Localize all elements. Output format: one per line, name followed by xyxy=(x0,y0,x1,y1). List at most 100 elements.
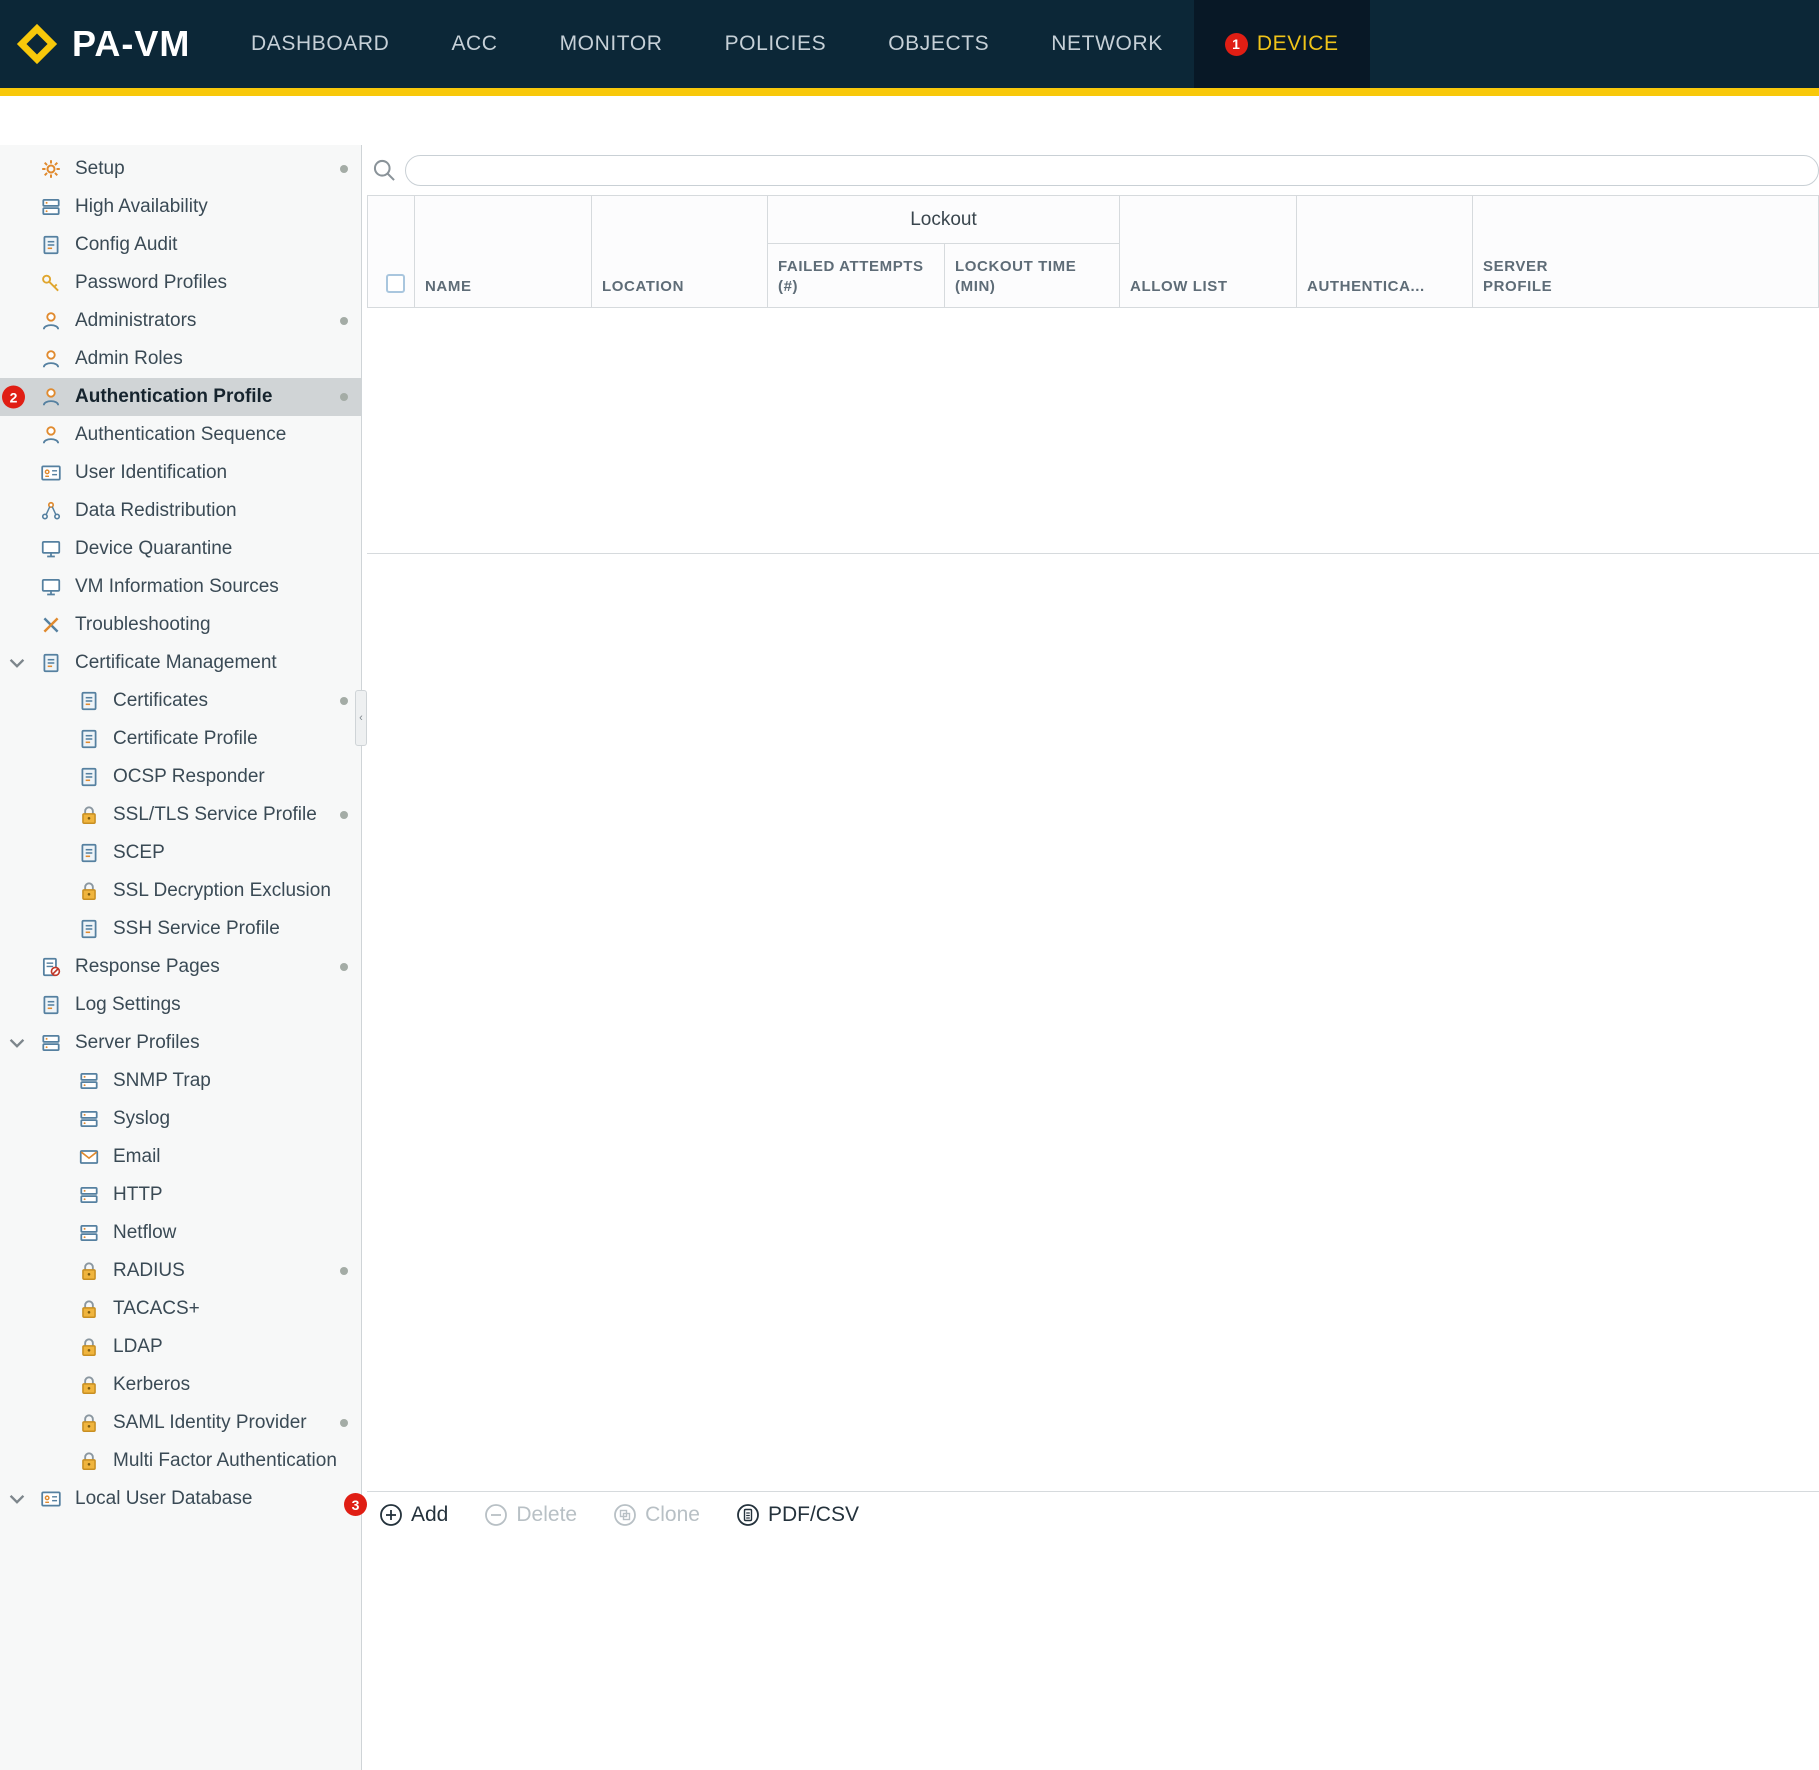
sidebar-item-local-user-database[interactable]: Local User Database xyxy=(0,1480,361,1518)
sidebar-item-syslog[interactable]: Syslog xyxy=(0,1100,361,1138)
sidebar-item-certificates[interactable]: Certificates xyxy=(0,682,361,720)
lock-icon xyxy=(78,1412,102,1434)
monitor-icon xyxy=(40,538,64,560)
chevron-down-icon[interactable] xyxy=(9,1494,25,1504)
card-icon xyxy=(40,462,64,484)
chevron-down-icon[interactable] xyxy=(9,1038,25,1048)
sidebar-item-ocsp-responder[interactable]: OCSP Responder xyxy=(0,758,361,796)
content-void xyxy=(367,554,1819,1491)
sidebar-item-multi-factor-authentication[interactable]: Multi Factor Authentication xyxy=(0,1442,361,1480)
nav-tab-network[interactable]: NETWORK xyxy=(1020,0,1194,88)
sidebar-item-saml-identity-provider[interactable]: SAML Identity Provider xyxy=(0,1404,361,1442)
sidebar-item-data-redistribution[interactable]: Data Redistribution xyxy=(0,492,361,530)
sidebar-item-server-profiles[interactable]: Server Profiles xyxy=(0,1024,361,1062)
search-bar xyxy=(367,145,1819,195)
card-icon xyxy=(40,1488,64,1510)
sidebar-item-scep[interactable]: SCEP xyxy=(0,834,361,872)
pdf-csv-button[interactable]: PDF/CSV xyxy=(736,1503,859,1527)
table-empty-body xyxy=(367,308,1819,554)
sidebar-item-authentication-sequence[interactable]: Authentication Sequence xyxy=(0,416,361,454)
search-input[interactable] xyxy=(405,155,1819,186)
column-header-name[interactable]: NAME xyxy=(415,196,592,308)
monitor-icon xyxy=(40,576,64,598)
nav-tab-policies[interactable]: POLICIES xyxy=(694,0,858,88)
column-header-lockout-time[interactable]: LOCKOUT TIME (MIN) xyxy=(945,244,1120,308)
nav-tab-acc[interactable]: ACC xyxy=(420,0,528,88)
column-header-authentication[interactable]: AUTHENTICA... xyxy=(1297,196,1473,308)
server-icon xyxy=(78,1184,102,1206)
sidebar-item-troubleshooting[interactable]: Troubleshooting xyxy=(0,606,361,644)
sidebar-item-http[interactable]: HTTP xyxy=(0,1176,361,1214)
nav-tab-objects[interactable]: OBJECTS xyxy=(857,0,1020,88)
sidebar-item-password-profiles[interactable]: Password Profiles xyxy=(0,264,361,302)
sidebar-item-setup[interactable]: Setup xyxy=(0,150,361,188)
app-title: PA-VM xyxy=(72,23,190,65)
sidebar-item-certificate-management[interactable]: Certificate Management xyxy=(0,644,361,682)
sidebar-splitter-handle[interactable]: ‹ xyxy=(355,690,367,746)
lock-icon xyxy=(78,1374,102,1396)
person-icon xyxy=(40,348,64,370)
circle-minus-icon xyxy=(484,1503,508,1527)
status-dot xyxy=(340,393,348,401)
sidebar-item-ldap[interactable]: LDAP xyxy=(0,1328,361,1366)
table-action-bar: 3 Add Delete xyxy=(367,1491,1819,1537)
clone-button[interactable]: Clone xyxy=(613,1503,700,1527)
top-nav: DASHBOARD ACC MONITOR POLICIES OBJECTS N… xyxy=(220,0,1370,88)
server-icon xyxy=(78,1222,102,1244)
sidebar-item-netflow[interactable]: Netflow xyxy=(0,1214,361,1252)
sidebar-item-config-audit[interactable]: Config Audit xyxy=(0,226,361,264)
sidebar-item-ssh-service-profile[interactable]: SSH Service Profile xyxy=(0,910,361,948)
person-icon xyxy=(40,386,64,408)
nav-tab-monitor[interactable]: MONITOR xyxy=(529,0,694,88)
sidebar-item-snmp-trap[interactable]: SNMP Trap xyxy=(0,1062,361,1100)
page-icon xyxy=(40,956,64,978)
column-group-lockout: Lockout xyxy=(768,196,1120,244)
column-header-failed-attempts[interactable]: FAILED ATTEMPTS (#) xyxy=(768,244,945,308)
sidebar-item-certificate-profile[interactable]: Certificate Profile xyxy=(0,720,361,758)
sidebar-item-admin-roles[interactable]: Admin Roles xyxy=(0,340,361,378)
lock-icon xyxy=(78,1336,102,1358)
select-all-cell xyxy=(368,196,415,308)
sidebar-item-response-pages[interactable]: Response Pages xyxy=(0,948,361,986)
nodes-icon xyxy=(40,500,64,522)
doc-icon xyxy=(40,234,64,256)
sidebar-item-ssl-decryption-exclusion[interactable]: SSL Decryption Exclusion xyxy=(0,872,361,910)
sidebar-item-user-identification[interactable]: User Identification xyxy=(0,454,361,492)
nav-tab-device[interactable]: 1 DEVICE xyxy=(1194,0,1370,88)
nav-tab-dashboard[interactable]: DASHBOARD xyxy=(220,0,420,88)
sidebar-item-radius[interactable]: RADIUS xyxy=(0,1252,361,1290)
sidebar: Setup High Availability Config Audit Pas… xyxy=(0,145,362,1770)
server-icon xyxy=(40,1032,64,1054)
status-dot xyxy=(340,1419,348,1427)
column-header-server-profile[interactable]: SERVER PROFILE xyxy=(1473,196,1819,308)
sidebar-item-email[interactable]: Email xyxy=(0,1138,361,1176)
accent-bar xyxy=(0,88,1819,96)
sidebar-item-log-settings[interactable]: Log Settings xyxy=(0,986,361,1024)
sidebar-item-authentication-profile[interactable]: Authentication Profile 2 xyxy=(0,378,361,416)
step-badge: 2 xyxy=(2,386,25,409)
lock-icon xyxy=(78,1260,102,1282)
add-button[interactable]: Add xyxy=(379,1503,448,1527)
server-icon xyxy=(78,1108,102,1130)
select-all-checkbox[interactable] xyxy=(386,274,405,293)
doc-icon xyxy=(40,652,64,674)
doc-icon xyxy=(78,918,102,940)
sidebar-item-high-availability[interactable]: High Availability xyxy=(0,188,361,226)
column-header-location[interactable]: LOCATION xyxy=(592,196,768,308)
mail-icon xyxy=(78,1146,102,1168)
sidebar-item-tacacs[interactable]: TACACS+ xyxy=(0,1290,361,1328)
sidebar-item-administrators[interactable]: Administrators xyxy=(0,302,361,340)
column-header-allow-list[interactable]: ALLOW LIST xyxy=(1120,196,1297,308)
delete-button[interactable]: Delete xyxy=(484,1503,577,1527)
sidebar-item-device-quarantine[interactable]: Device Quarantine xyxy=(0,530,361,568)
lock-icon xyxy=(78,804,102,826)
lock-icon xyxy=(78,880,102,902)
step-badge-3: 3 xyxy=(344,1493,367,1516)
sidebar-item-kerberos[interactable]: Kerberos xyxy=(0,1366,361,1404)
sidebar-item-ssl-tls-service-profile[interactable]: SSL/TLS Service Profile xyxy=(0,796,361,834)
search-icon xyxy=(371,157,398,184)
toolbar-band xyxy=(0,96,1819,145)
chevron-down-icon[interactable] xyxy=(9,658,25,668)
doc-icon xyxy=(78,728,102,750)
sidebar-item-vm-information-sources[interactable]: VM Information Sources xyxy=(0,568,361,606)
